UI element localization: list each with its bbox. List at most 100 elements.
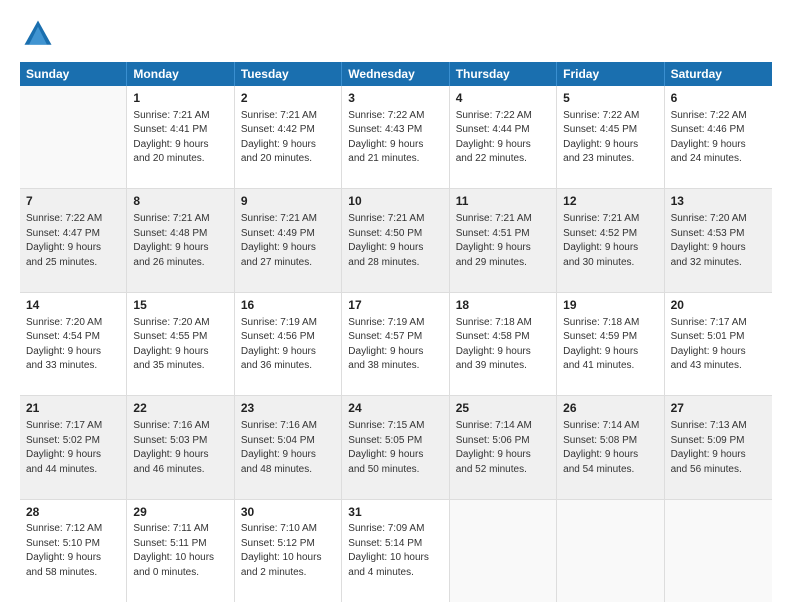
calendar-day-24: 24Sunrise: 7:15 AMSunset: 5:05 PMDayligh… (342, 396, 449, 498)
cell-info-line: and 54 minutes. (563, 463, 657, 478)
calendar-day-16: 16Sunrise: 7:19 AMSunset: 4:56 PMDayligh… (235, 293, 342, 395)
cell-info-line: Daylight: 9 hours (348, 241, 442, 256)
cell-info-line: Sunset: 5:02 PM (26, 434, 120, 449)
calendar-day-12: 12Sunrise: 7:21 AMSunset: 4:52 PMDayligh… (557, 189, 664, 291)
cell-info-line: Sunset: 5:11 PM (133, 537, 227, 552)
cell-info-line: Sunrise: 7:16 AM (241, 419, 335, 434)
cell-info-line: Sunrise: 7:12 AM (26, 522, 120, 537)
day-number: 2 (241, 90, 335, 107)
calendar-day-6: 6Sunrise: 7:22 AMSunset: 4:46 PMDaylight… (665, 86, 772, 188)
cell-info-line: Sunset: 5:14 PM (348, 537, 442, 552)
cell-info-line: Sunset: 4:42 PM (241, 123, 335, 138)
logo-icon (20, 16, 56, 52)
cell-info-line: Sunrise: 7:22 AM (26, 212, 120, 227)
cell-info-line: Daylight: 9 hours (241, 241, 335, 256)
day-number: 3 (348, 90, 442, 107)
day-number: 10 (348, 193, 442, 210)
cell-info-line: Sunset: 4:48 PM (133, 227, 227, 242)
cell-info-line: Sunrise: 7:21 AM (456, 212, 550, 227)
cell-info-line: Sunset: 5:08 PM (563, 434, 657, 449)
cell-info-line: Daylight: 10 hours (241, 551, 335, 566)
cell-info-line: Sunset: 4:52 PM (563, 227, 657, 242)
calendar-day-8: 8Sunrise: 7:21 AMSunset: 4:48 PMDaylight… (127, 189, 234, 291)
cell-info-line: and 36 minutes. (241, 359, 335, 374)
cell-info-line: Sunrise: 7:15 AM (348, 419, 442, 434)
calendar-day-1: 1Sunrise: 7:21 AMSunset: 4:41 PMDaylight… (127, 86, 234, 188)
cell-info-line: Sunrise: 7:21 AM (348, 212, 442, 227)
cell-info-line: Daylight: 9 hours (563, 138, 657, 153)
calendar-week-3: 14Sunrise: 7:20 AMSunset: 4:54 PMDayligh… (20, 293, 772, 396)
day-number: 11 (456, 193, 550, 210)
cell-info-line: and 35 minutes. (133, 359, 227, 374)
day-number: 14 (26, 297, 120, 314)
cell-info-line: Sunset: 4:57 PM (348, 330, 442, 345)
cell-info-line: and 4 minutes. (348, 566, 442, 581)
cell-info-line: Sunrise: 7:18 AM (563, 316, 657, 331)
calendar-week-2: 7Sunrise: 7:22 AMSunset: 4:47 PMDaylight… (20, 189, 772, 292)
day-number: 23 (241, 400, 335, 417)
cell-info-line: and 29 minutes. (456, 256, 550, 271)
day-number: 15 (133, 297, 227, 314)
day-number: 16 (241, 297, 335, 314)
cell-info-line: Sunset: 5:05 PM (348, 434, 442, 449)
cell-info-line: Daylight: 9 hours (671, 241, 766, 256)
cell-info-line: Daylight: 9 hours (348, 345, 442, 360)
cell-info-line: and 23 minutes. (563, 152, 657, 167)
cell-info-line: Daylight: 9 hours (241, 448, 335, 463)
calendar-day-empty (665, 500, 772, 602)
calendar-day-4: 4Sunrise: 7:22 AMSunset: 4:44 PMDaylight… (450, 86, 557, 188)
cell-info-line: and 38 minutes. (348, 359, 442, 374)
cell-info-line: and 0 minutes. (133, 566, 227, 581)
header (20, 16, 772, 52)
calendar-day-29: 29Sunrise: 7:11 AMSunset: 5:11 PMDayligh… (127, 500, 234, 602)
calendar-day-13: 13Sunrise: 7:20 AMSunset: 4:53 PMDayligh… (665, 189, 772, 291)
cell-info-line: Sunrise: 7:21 AM (133, 212, 227, 227)
cell-info-line: Sunset: 5:06 PM (456, 434, 550, 449)
cell-info-line: and 21 minutes. (348, 152, 442, 167)
cell-info-line: Daylight: 9 hours (133, 138, 227, 153)
calendar-day-7: 7Sunrise: 7:22 AMSunset: 4:47 PMDaylight… (20, 189, 127, 291)
cell-info-line: Daylight: 9 hours (133, 448, 227, 463)
weekday-header-wednesday: Wednesday (342, 62, 449, 86)
cell-info-line: Daylight: 9 hours (26, 448, 120, 463)
cell-info-line: Sunrise: 7:09 AM (348, 522, 442, 537)
calendar-day-18: 18Sunrise: 7:18 AMSunset: 4:58 PMDayligh… (450, 293, 557, 395)
cell-info-line: and 46 minutes. (133, 463, 227, 478)
calendar-day-15: 15Sunrise: 7:20 AMSunset: 4:55 PMDayligh… (127, 293, 234, 395)
cell-info-line: and 26 minutes. (133, 256, 227, 271)
cell-info-line: Sunrise: 7:18 AM (456, 316, 550, 331)
cell-info-line: and 39 minutes. (456, 359, 550, 374)
cell-info-line: Sunrise: 7:21 AM (133, 109, 227, 124)
cell-info-line: Sunset: 4:51 PM (456, 227, 550, 242)
day-number: 25 (456, 400, 550, 417)
cell-info-line: Sunset: 4:49 PM (241, 227, 335, 242)
cell-info-line: Daylight: 9 hours (241, 345, 335, 360)
day-number: 12 (563, 193, 657, 210)
cell-info-line: and 58 minutes. (26, 566, 120, 581)
day-number: 30 (241, 504, 335, 521)
day-number: 5 (563, 90, 657, 107)
cell-info-line: and 50 minutes. (348, 463, 442, 478)
cell-info-line: Daylight: 9 hours (671, 345, 766, 360)
cell-info-line: and 2 minutes. (241, 566, 335, 581)
cell-info-line: Sunrise: 7:19 AM (348, 316, 442, 331)
cell-info-line: Daylight: 9 hours (26, 551, 120, 566)
cell-info-line: Sunset: 4:56 PM (241, 330, 335, 345)
calendar-day-empty (450, 500, 557, 602)
cell-info-line: Sunrise: 7:17 AM (26, 419, 120, 434)
cell-info-line: Daylight: 9 hours (456, 448, 550, 463)
day-number: 27 (671, 400, 766, 417)
calendar-day-2: 2Sunrise: 7:21 AMSunset: 4:42 PMDaylight… (235, 86, 342, 188)
cell-info-line: and 30 minutes. (563, 256, 657, 271)
calendar-day-14: 14Sunrise: 7:20 AMSunset: 4:54 PMDayligh… (20, 293, 127, 395)
calendar-day-22: 22Sunrise: 7:16 AMSunset: 5:03 PMDayligh… (127, 396, 234, 498)
day-number: 31 (348, 504, 442, 521)
cell-info-line: Daylight: 9 hours (563, 448, 657, 463)
weekday-header-tuesday: Tuesday (235, 62, 342, 86)
day-number: 18 (456, 297, 550, 314)
cell-info-line: Sunrise: 7:14 AM (456, 419, 550, 434)
cell-info-line: Daylight: 9 hours (563, 345, 657, 360)
cell-info-line: and 25 minutes. (26, 256, 120, 271)
cell-info-line: and 27 minutes. (241, 256, 335, 271)
cell-info-line: Daylight: 9 hours (26, 241, 120, 256)
